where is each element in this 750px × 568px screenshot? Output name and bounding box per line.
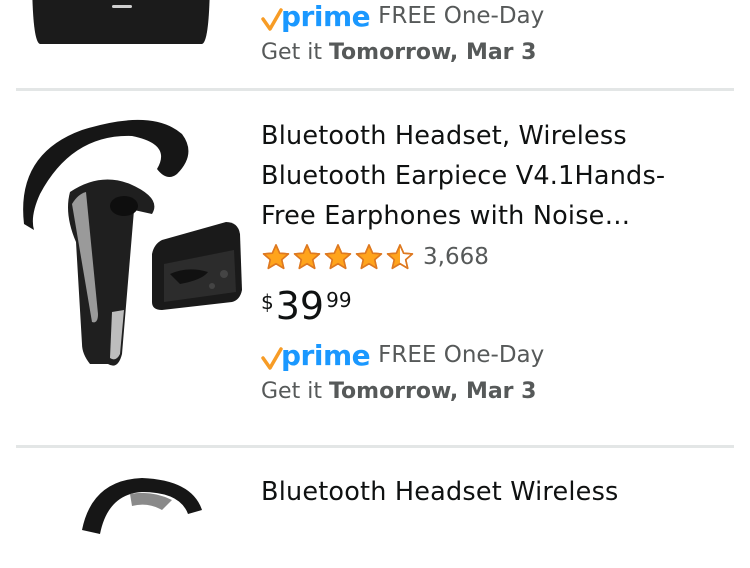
rating-row[interactable]: 3,668 (261, 240, 731, 274)
search-result-card[interactable]: Bluetooth Headset, Wireless Bluetooth Ea… (0, 92, 750, 447)
prime-wordmark: prime (281, 0, 371, 33)
product-title-line: Free Earphones with Noise… (261, 201, 631, 231)
delivery-estimate: Get it Tomorrow, Mar 3 (261, 35, 731, 71)
delivery-estimate: Get it Tomorrow, Mar 3 (261, 374, 731, 410)
price-symbol: $ (261, 290, 274, 314)
delivery-prefix: Get it (261, 379, 322, 404)
shipping-speed: FREE One-Day (378, 342, 545, 368)
product-image[interactable] (12, 114, 248, 374)
price-whole: 39 (275, 284, 325, 328)
prime-badge: prime FREE One-Day (261, 0, 731, 35)
result-divider (16, 88, 734, 91)
delivery-prefix: Get it (261, 40, 322, 65)
search-result-card[interactable]: Bluetooth Headset Wireless (0, 448, 750, 568)
search-result-card[interactable]: prime FREE One-Day Get it Tomorrow, Mar … (0, 0, 750, 92)
star-half-icon (385, 243, 415, 271)
prime-wordmark: prime (281, 339, 371, 372)
star-full-icon (354, 243, 384, 271)
prime-badge: prime FREE One-Day (261, 336, 731, 374)
delivery-date: Tomorrow, Mar 3 (328, 379, 537, 404)
price: $ 39 99 (261, 284, 731, 336)
product-title[interactable]: Bluetooth Headset Wireless (261, 472, 731, 512)
product-image[interactable] (12, 0, 248, 50)
star-full-icon (292, 243, 322, 271)
star-full-icon (261, 243, 291, 271)
prime-check-icon (261, 8, 283, 31)
review-count[interactable]: 3,668 (423, 244, 489, 270)
prime-logo: prime (261, 339, 371, 372)
shipping-speed: FREE One-Day (378, 3, 545, 29)
headset-image (23, 119, 242, 366)
product-title[interactable]: Bluetooth Headset, Wireless Bluetooth Ea… (261, 116, 731, 236)
prime-logo: prime (261, 0, 371, 33)
prime-check-icon (261, 347, 283, 370)
star-rating (261, 243, 415, 271)
delivery-date: Tomorrow, Mar 3 (328, 40, 537, 65)
product-image[interactable] (12, 470, 248, 550)
price-fraction: 99 (326, 288, 352, 312)
headset-image (82, 478, 202, 534)
product-title-line: Bluetooth Headset Wireless (261, 477, 619, 507)
charging-case-image (32, 0, 210, 44)
product-title-line: Bluetooth Headset, Wireless (261, 121, 627, 151)
star-full-icon (323, 243, 353, 271)
product-title-line: Bluetooth Earpiece V4.1Hands- (261, 161, 666, 191)
